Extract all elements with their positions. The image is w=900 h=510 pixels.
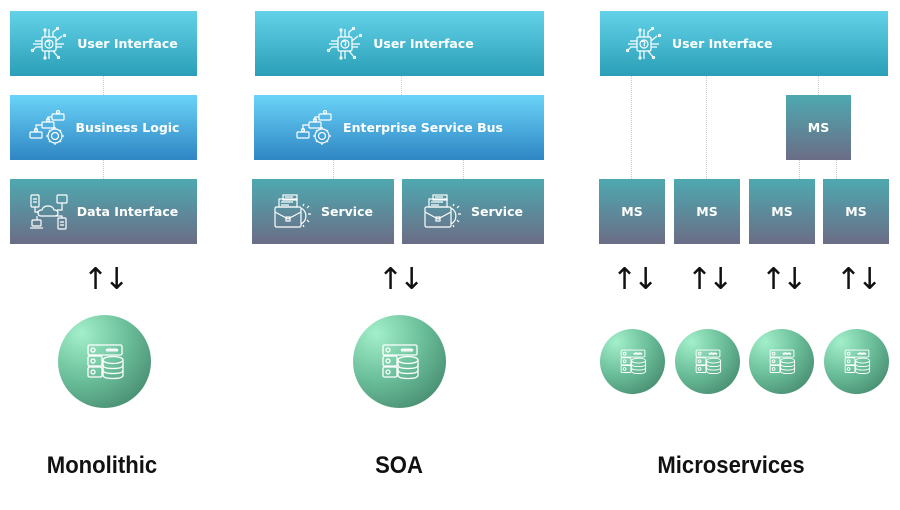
- monolithic-data-interface-layer: Data Interface: [10, 179, 197, 244]
- connector: [103, 160, 104, 179]
- process-gear-icon: [28, 110, 68, 146]
- microservices-user-interface-layer: User Interface: [600, 11, 888, 76]
- connector: [706, 76, 707, 179]
- monolithic-business-logic-layer: Business Logic: [10, 95, 197, 160]
- microservice-box: MS: [786, 95, 851, 160]
- microservice-box: MS: [823, 179, 889, 244]
- layer-label: User Interface: [77, 36, 178, 51]
- microservice-label: MS: [621, 204, 643, 219]
- microservice-box: MS: [599, 179, 665, 244]
- microservice-database: [600, 329, 665, 394]
- microservice-database: [749, 329, 814, 394]
- connector: [631, 76, 632, 179]
- chip-brain-icon: [624, 26, 664, 62]
- bidirectional-arrow-icon: ↑↓: [611, 262, 658, 297]
- connector: [333, 160, 334, 179]
- microservice-label: MS: [771, 204, 793, 219]
- bidirectional-arrow-icon: ↑↓: [377, 262, 424, 297]
- soa-service-box: Service: [252, 179, 394, 244]
- server-database-icon: [85, 342, 125, 382]
- layer-label: User Interface: [373, 36, 474, 51]
- server-database-icon: [694, 348, 722, 376]
- soa-title: SOA: [375, 452, 423, 479]
- microservice-database: [824, 329, 889, 394]
- soa-service-box: Service: [402, 179, 544, 244]
- chip-brain-icon: [29, 26, 69, 62]
- briefcase-gear-icon: [273, 194, 313, 230]
- microservice-label: MS: [845, 204, 867, 219]
- layer-label: Business Logic: [75, 120, 180, 135]
- process-gear-icon: [295, 110, 335, 146]
- soa-enterprise-service-bus-layer: Enterprise Service Bus: [254, 95, 544, 160]
- microservices-title: Microservices: [657, 452, 805, 479]
- service-label: Service: [321, 204, 373, 219]
- connector: [401, 76, 402, 95]
- bidirectional-arrow-icon: ↑↓: [82, 262, 129, 297]
- network-cloud-icon: [29, 194, 69, 230]
- monolithic-database: [58, 315, 151, 408]
- server-database-icon: [768, 348, 796, 376]
- microservice-label: MS: [807, 120, 830, 135]
- monolithic-title: Monolithic: [46, 452, 158, 479]
- connector: [799, 160, 800, 179]
- microservice-box: MS: [749, 179, 815, 244]
- server-database-icon: [619, 348, 647, 376]
- connector: [836, 160, 837, 179]
- monolithic-user-interface-layer: User Interface: [10, 11, 197, 76]
- bidirectional-arrow-icon: ↑↓: [686, 262, 733, 297]
- layer-label: Enterprise Service Bus: [343, 120, 503, 135]
- connector: [463, 160, 464, 179]
- microservice-box: MS: [674, 179, 740, 244]
- bidirectional-arrow-icon: ↑↓: [760, 262, 807, 297]
- briefcase-gear-icon: [423, 194, 463, 230]
- connector: [818, 76, 819, 95]
- server-database-icon: [380, 342, 420, 382]
- server-database-icon: [843, 348, 871, 376]
- connector: [103, 76, 104, 95]
- layer-label: User Interface: [672, 36, 773, 51]
- microservice-database: [675, 329, 740, 394]
- layer-label: Data Interface: [76, 204, 179, 219]
- bidirectional-arrow-icon: ↑↓: [835, 262, 882, 297]
- service-label: Service: [471, 204, 523, 219]
- chip-brain-icon: [325, 26, 365, 62]
- microservice-label: MS: [696, 204, 718, 219]
- soa-user-interface-layer: User Interface: [255, 11, 544, 76]
- soa-database: [353, 315, 446, 408]
